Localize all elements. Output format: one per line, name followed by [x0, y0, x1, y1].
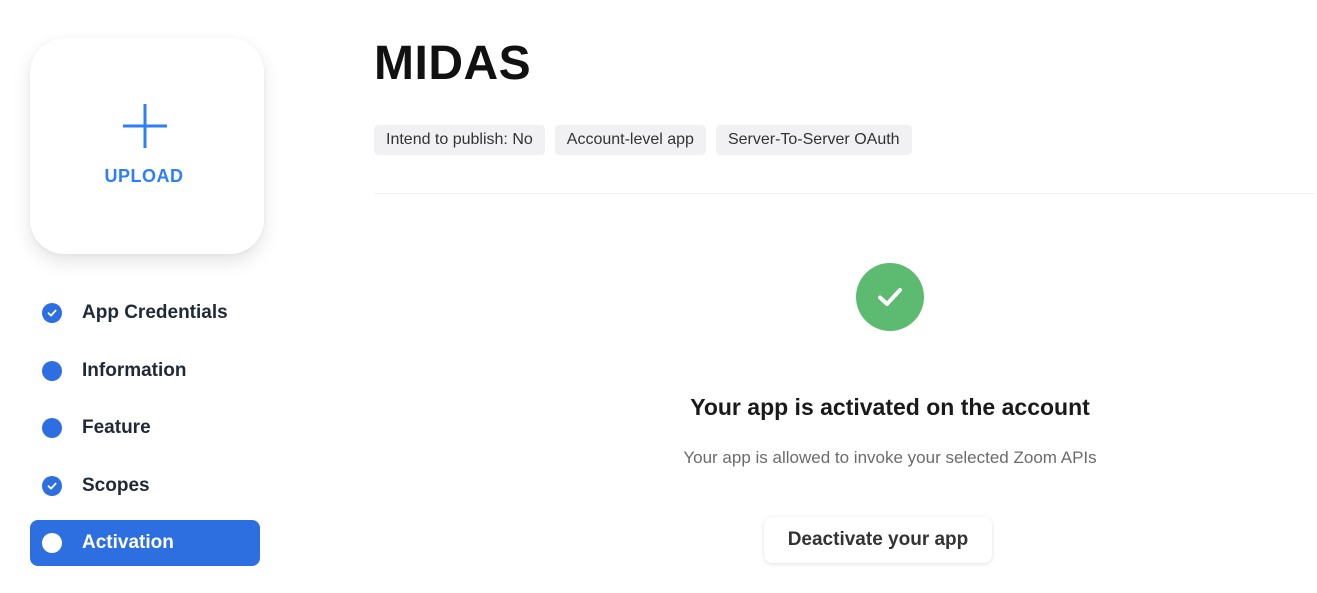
tag-publish: Intend to publish: No [374, 125, 545, 155]
tag-auth-type: Server-To-Server OAuth [715, 125, 912, 155]
upload-label: UPLOAD [104, 166, 184, 186]
header-divider [374, 193, 1314, 194]
sidebar-item-label: Scopes [82, 474, 150, 496]
upload-button[interactable]: UPLOAD [30, 38, 264, 254]
check-icon [42, 475, 62, 496]
sidebar-item-feature[interactable]: Feature [30, 405, 260, 451]
app-page: UPLOAD App Credentials Information Featu… [0, 0, 1317, 593]
activation-subtitle: Your app is allowed to invoke your selec… [683, 448, 1097, 467]
check-circle-icon [856, 263, 924, 331]
sidebar-item-app-credentials[interactable]: App Credentials [30, 290, 260, 336]
sidebar-nav: App Credentials Information Feature Scop… [30, 290, 260, 578]
sidebar-item-scopes[interactable]: Scopes [30, 463, 260, 509]
activation-title: Your app is activated on the account [690, 394, 1090, 420]
check-icon [42, 303, 62, 323]
tag-app-level: Account-level app [554, 125, 706, 155]
app-tags: Intend to publish: No Account-level app … [374, 125, 912, 155]
dot-icon [42, 533, 62, 553]
sidebar-item-label: Information [82, 359, 187, 381]
sidebar-item-label: Feature [82, 417, 151, 438]
sidebar-item-label: App Credentials [82, 302, 228, 323]
sidebar-item-label: Activation [82, 532, 174, 553]
deactivate-button[interactable]: Deactivate your app [764, 517, 992, 563]
dot-icon [42, 360, 62, 381]
page-title: MIDAS [374, 37, 532, 90]
plus-icon [123, 104, 167, 148]
sidebar-item-information[interactable]: Information [30, 348, 260, 394]
dot-icon [42, 418, 62, 438]
sidebar-item-activation[interactable]: Activation [30, 520, 260, 566]
